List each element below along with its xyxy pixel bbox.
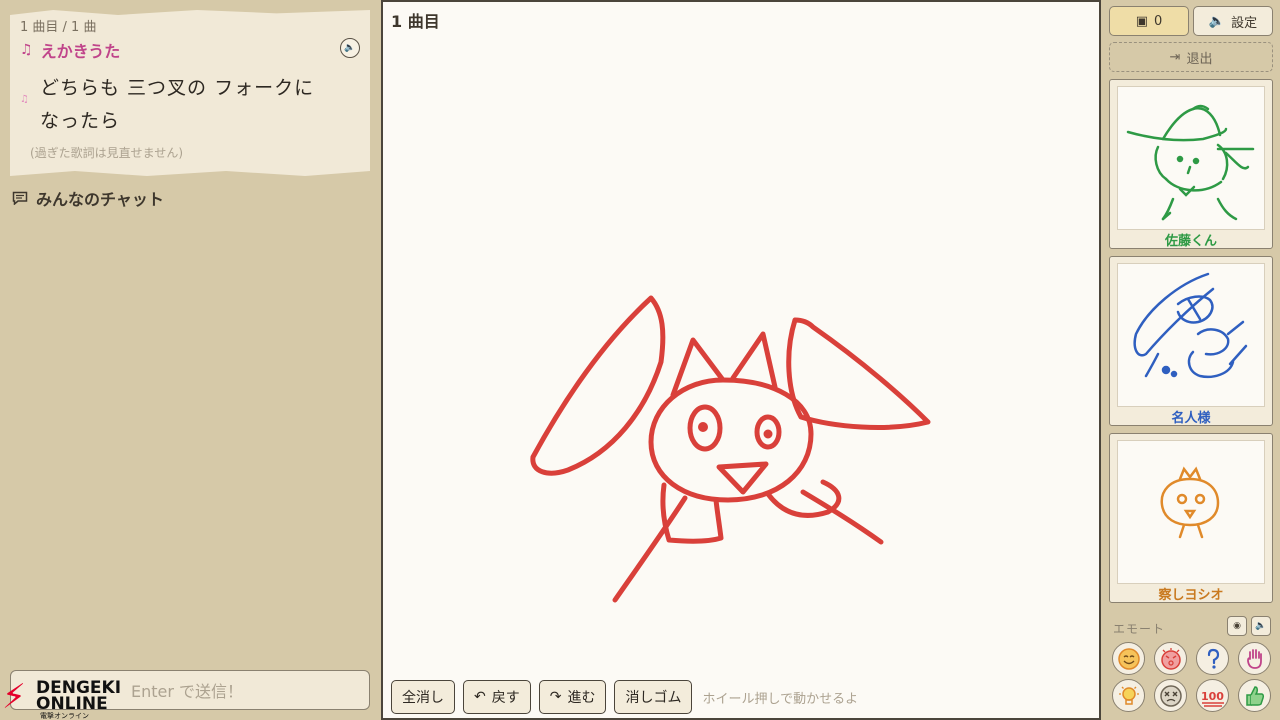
lyric-line: なったら bbox=[40, 110, 121, 132]
music-note-icon: ♫ bbox=[20, 42, 33, 58]
lyric-text: どちらも 三つ叉の フォークに なったら bbox=[40, 72, 340, 138]
undo-label: 戻す bbox=[491, 690, 520, 706]
player-card[interactable]: 佐藤くん bbox=[1109, 79, 1273, 249]
speaker-icon: 🔈 bbox=[1255, 621, 1267, 631]
song-title: えかきうた bbox=[40, 42, 121, 61]
blue-sketch-drawing bbox=[1133, 272, 1248, 379]
eraser-button[interactable]: 消しゴム bbox=[614, 680, 693, 714]
settings-label: 設定 bbox=[1231, 15, 1258, 31]
undo-icon: ↶ bbox=[474, 689, 486, 705]
exit-icon: ⇥ bbox=[1169, 49, 1181, 65]
emote-sound-button[interactable]: 🔈 bbox=[1251, 616, 1271, 636]
hand-emote-icon bbox=[1246, 648, 1262, 669]
emote-angry-button[interactable] bbox=[1154, 642, 1187, 675]
eraser-label: 消しゴム bbox=[625, 690, 682, 706]
emote-label: エモート bbox=[1113, 622, 1166, 636]
viewer-count: 0 bbox=[1154, 13, 1163, 29]
emote-hundred-button[interactable]: 100 bbox=[1196, 679, 1229, 712]
lightbulb-emote-icon bbox=[1118, 686, 1139, 705]
right-panel: ▣ 0 🔈 設定 ⇥ 退出 佐藤くん 名人様 察しヨシオ エモート ◉ 🔈 10… bbox=[1103, 0, 1280, 720]
player-name: 察しヨシオ bbox=[1158, 588, 1224, 603]
player-thumbnail bbox=[1117, 440, 1265, 584]
lyric-hint: (過ぎた歌詞は見直せません) bbox=[30, 146, 184, 160]
orange-sketch-drawing bbox=[1160, 466, 1220, 539]
emote-smile-button[interactable] bbox=[1112, 642, 1145, 675]
chat-icon bbox=[12, 191, 28, 205]
clear-all-label: 全消し bbox=[402, 690, 444, 706]
player-thumbnail bbox=[1117, 263, 1265, 407]
redo-icon: ↷ bbox=[549, 689, 562, 705]
exit-label: 退出 bbox=[1186, 51, 1213, 67]
chat-header: みんなのチャット bbox=[12, 186, 164, 210]
settings-button[interactable]: 🔈 設定 bbox=[1193, 6, 1273, 36]
lyrics-speaker-button[interactable]: 🔈 bbox=[340, 38, 360, 58]
player-name: 名人様 bbox=[1171, 411, 1211, 426]
player-card[interactable]: 名人様 bbox=[1109, 256, 1273, 426]
speaker-icon: 🔈 bbox=[1208, 13, 1226, 29]
speaker-icon: 🔈 bbox=[344, 43, 356, 53]
smile-emote-icon bbox=[1117, 647, 1140, 670]
viewer-count-button[interactable]: ▣ 0 bbox=[1109, 6, 1189, 36]
redo-label: 進む bbox=[567, 690, 596, 706]
thumbs-up-emote-icon bbox=[1245, 685, 1264, 706]
song-count: 1 曲目 / 1 曲 bbox=[20, 20, 97, 35]
redo-button[interactable]: ↷ 進む bbox=[538, 680, 607, 714]
eye-icon: ◉ bbox=[1233, 621, 1241, 631]
player-thumbnail bbox=[1117, 86, 1265, 230]
emote-question-button[interactable] bbox=[1196, 642, 1229, 675]
red-rabbit-drawing bbox=[530, 295, 931, 603]
green-sketch-drawing bbox=[1126, 104, 1255, 221]
logo-line3: 電撃オンライン bbox=[40, 712, 89, 720]
clear-all-button[interactable]: 全消し bbox=[391, 680, 455, 714]
emote-visibility-button[interactable]: ◉ bbox=[1227, 616, 1247, 636]
emote-dizzy-button[interactable] bbox=[1154, 679, 1187, 712]
player-card[interactable]: 察しヨシオ bbox=[1109, 433, 1273, 603]
angry-emote-icon bbox=[1160, 647, 1181, 670]
lightning-bolt-icon: ⚡ bbox=[2, 677, 26, 717]
lyric-note-icon: ♫ bbox=[20, 94, 29, 105]
exit-button[interactable]: ⇥ 退出 bbox=[1109, 42, 1273, 72]
emote-thumbs-up-button[interactable] bbox=[1238, 679, 1271, 712]
svg-text:100: 100 bbox=[1201, 690, 1224, 703]
chat-title: みんなのチャット bbox=[36, 190, 164, 209]
lyrics-card: 1 曲目 / 1 曲 ♫ えかきうた 🔈 ♫ どちらも 三つ叉の フォークに な… bbox=[10, 10, 370, 176]
emote-lightbulb-button[interactable] bbox=[1112, 679, 1145, 712]
undo-button[interactable]: ↶ 戻す bbox=[463, 680, 531, 714]
camera-icon: ▣ bbox=[1135, 13, 1148, 29]
left-panel: 1 曲目 / 1 曲 ♫ えかきうた 🔈 ♫ どちらも 三つ叉の フォークに な… bbox=[0, 0, 378, 720]
chat-input-placeholder: Enter で送信！ bbox=[131, 682, 244, 701]
emote-hand-button[interactable] bbox=[1238, 642, 1271, 675]
hundred-emote-icon: 100 bbox=[1201, 690, 1224, 707]
dizzy-emote-icon bbox=[1159, 684, 1182, 707]
song-title-row: ♫ えかきうた bbox=[20, 38, 120, 62]
lyric-line: どちらも 三つ叉の フォークに bbox=[40, 77, 315, 99]
canvas-hint: ホイール押しで動かせるよ bbox=[702, 691, 859, 707]
player-name: 佐藤くん bbox=[1164, 234, 1217, 249]
drawing-toolbar: 全消し ↶ 戻す ↷ 進む 消しゴム ホイール押しで動かせるよ bbox=[391, 680, 858, 714]
question-emote-icon bbox=[1207, 648, 1219, 669]
dengeki-online-logo: ⚡ DENGEKI ONLINE 電撃オンライン bbox=[0, 678, 125, 720]
drawing-canvas[interactable]: 1 曲目 全消し ↶ 戻す ↷ 進む 消しゴム ホイール押しで動かせるよ bbox=[381, 0, 1101, 720]
